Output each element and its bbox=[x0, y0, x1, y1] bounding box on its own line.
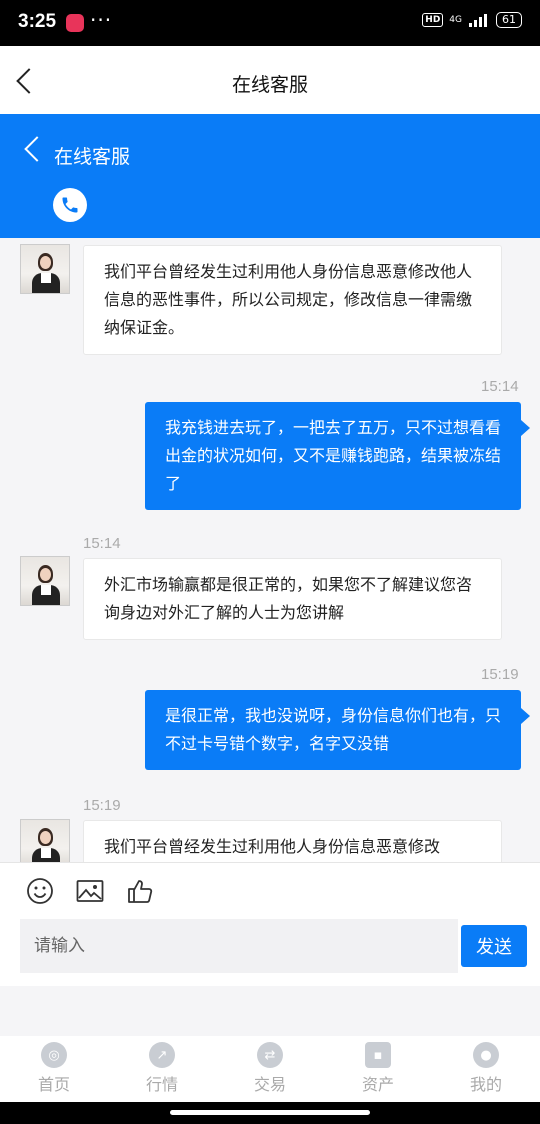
tab-label: 首页 bbox=[37, 1075, 70, 1094]
top-nav-bar: 在线客服 bbox=[0, 46, 540, 114]
agent-avatar bbox=[20, 556, 70, 606]
message-time: 15:19 bbox=[481, 666, 519, 683]
message-time: 15:19 bbox=[83, 797, 121, 814]
trade-icon: ⇄ bbox=[257, 1042, 283, 1068]
message-composer: 发送 bbox=[0, 862, 540, 986]
tab-label: 交易 bbox=[253, 1075, 286, 1094]
service-header: 在线客服 bbox=[0, 114, 540, 238]
agent-message: 我们平台曾经发生过利用他人身份信息恶意修改他人信息的恶性事件，所以公司规定，修改… bbox=[83, 245, 502, 355]
tab-label: 我的 bbox=[469, 1075, 502, 1094]
tab-market[interactable]: ↗ 行情 bbox=[108, 1036, 216, 1102]
profile-icon: ● bbox=[473, 1042, 499, 1068]
send-button[interactable]: 发送 bbox=[461, 925, 527, 967]
battery-indicator: 61 bbox=[496, 12, 522, 28]
thumbs-up-icon[interactable] bbox=[126, 877, 154, 905]
network-type: 4G bbox=[449, 14, 462, 25]
health-app-icon bbox=[66, 14, 84, 32]
gesture-bar bbox=[0, 1102, 540, 1124]
hd-badge: HD bbox=[422, 13, 444, 27]
market-icon: ↗ bbox=[149, 1042, 175, 1068]
tab-profile[interactable]: ● 我的 bbox=[432, 1036, 540, 1102]
status-time: 3:25 bbox=[18, 11, 57, 32]
tab-home[interactable]: ◎ 首页 bbox=[0, 1036, 108, 1102]
composer-tools bbox=[26, 877, 154, 905]
image-icon[interactable] bbox=[76, 877, 104, 905]
message-time: 15:14 bbox=[83, 535, 121, 552]
agent-avatar bbox=[20, 819, 70, 862]
chat-area[interactable]: 我们平台曾经发生过利用他人身份信息恶意修改他人信息的恶性事件，所以公司规定，修改… bbox=[0, 238, 540, 862]
agent-avatar bbox=[20, 244, 70, 294]
signal-icon bbox=[469, 14, 487, 27]
wallet-icon: ▪ bbox=[365, 1042, 391, 1068]
more-notifications-icon: ··· bbox=[90, 8, 113, 32]
tab-trade[interactable]: ⇄ 交易 bbox=[216, 1036, 324, 1102]
tab-label: 资产 bbox=[361, 1075, 394, 1094]
status-bar: 3:25 ··· HD 4G 61 bbox=[0, 0, 540, 46]
user-message: 是很正常，我也没说呀，身份信息你们也有，只不过卡号错个数字，名字又没错 bbox=[145, 690, 530, 770]
message-time: 15:14 bbox=[481, 378, 519, 395]
agent-message: 外汇市场输赢都是很正常的，如果您不了解建议您咨询身边对外汇了解的人士为您讲解 bbox=[83, 558, 502, 640]
phone-call-icon[interactable] bbox=[53, 188, 87, 222]
page-title: 在线客服 bbox=[231, 74, 308, 96]
bottom-tab-bar: ◎ 首页 ↗ 行情 ⇄ 交易 ▪ 资产 ● 我的 bbox=[0, 1036, 540, 1102]
service-back-icon[interactable] bbox=[24, 136, 50, 162]
tab-assets[interactable]: ▪ 资产 bbox=[324, 1036, 432, 1102]
home-icon: ◎ bbox=[41, 1042, 67, 1068]
home-indicator[interactable] bbox=[170, 1110, 370, 1115]
service-title: 在线客服 bbox=[54, 146, 131, 168]
agent-message: 我们平台曾经发生过利用他人身份信息恶意修改 bbox=[83, 820, 502, 862]
tab-label: 行情 bbox=[145, 1075, 178, 1094]
message-input[interactable] bbox=[20, 919, 458, 973]
user-message: 我充钱进去玩了，一把去了五万，只不过想看看出金的状况如何，又不是赚钱跑路，结果被… bbox=[145, 402, 530, 510]
emoji-icon[interactable] bbox=[26, 877, 54, 905]
status-indicators: HD 4G 61 bbox=[422, 12, 522, 28]
